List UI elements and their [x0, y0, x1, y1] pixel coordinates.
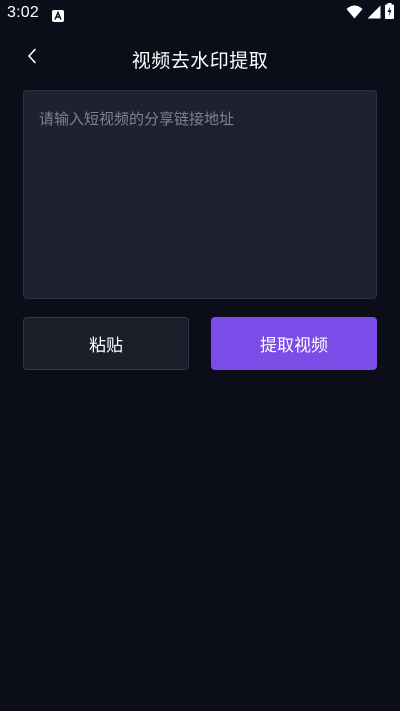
- status-time: 3:02: [7, 4, 39, 21]
- share-link-input[interactable]: [23, 90, 377, 299]
- paste-button[interactable]: 粘贴: [23, 317, 189, 370]
- status-icons: [346, 3, 394, 23]
- wifi-icon: [346, 4, 363, 23]
- battery-charging-icon: [385, 3, 394, 23]
- page-title: 视频去水印提取: [131, 50, 269, 72]
- header: 视频去水印提取: [0, 40, 400, 76]
- a-letter-icon: [52, 7, 64, 22]
- signal-icon: [367, 4, 381, 23]
- status-bar: 3:02: [0, 0, 400, 28]
- extract-video-button[interactable]: 提取视频: [211, 317, 377, 370]
